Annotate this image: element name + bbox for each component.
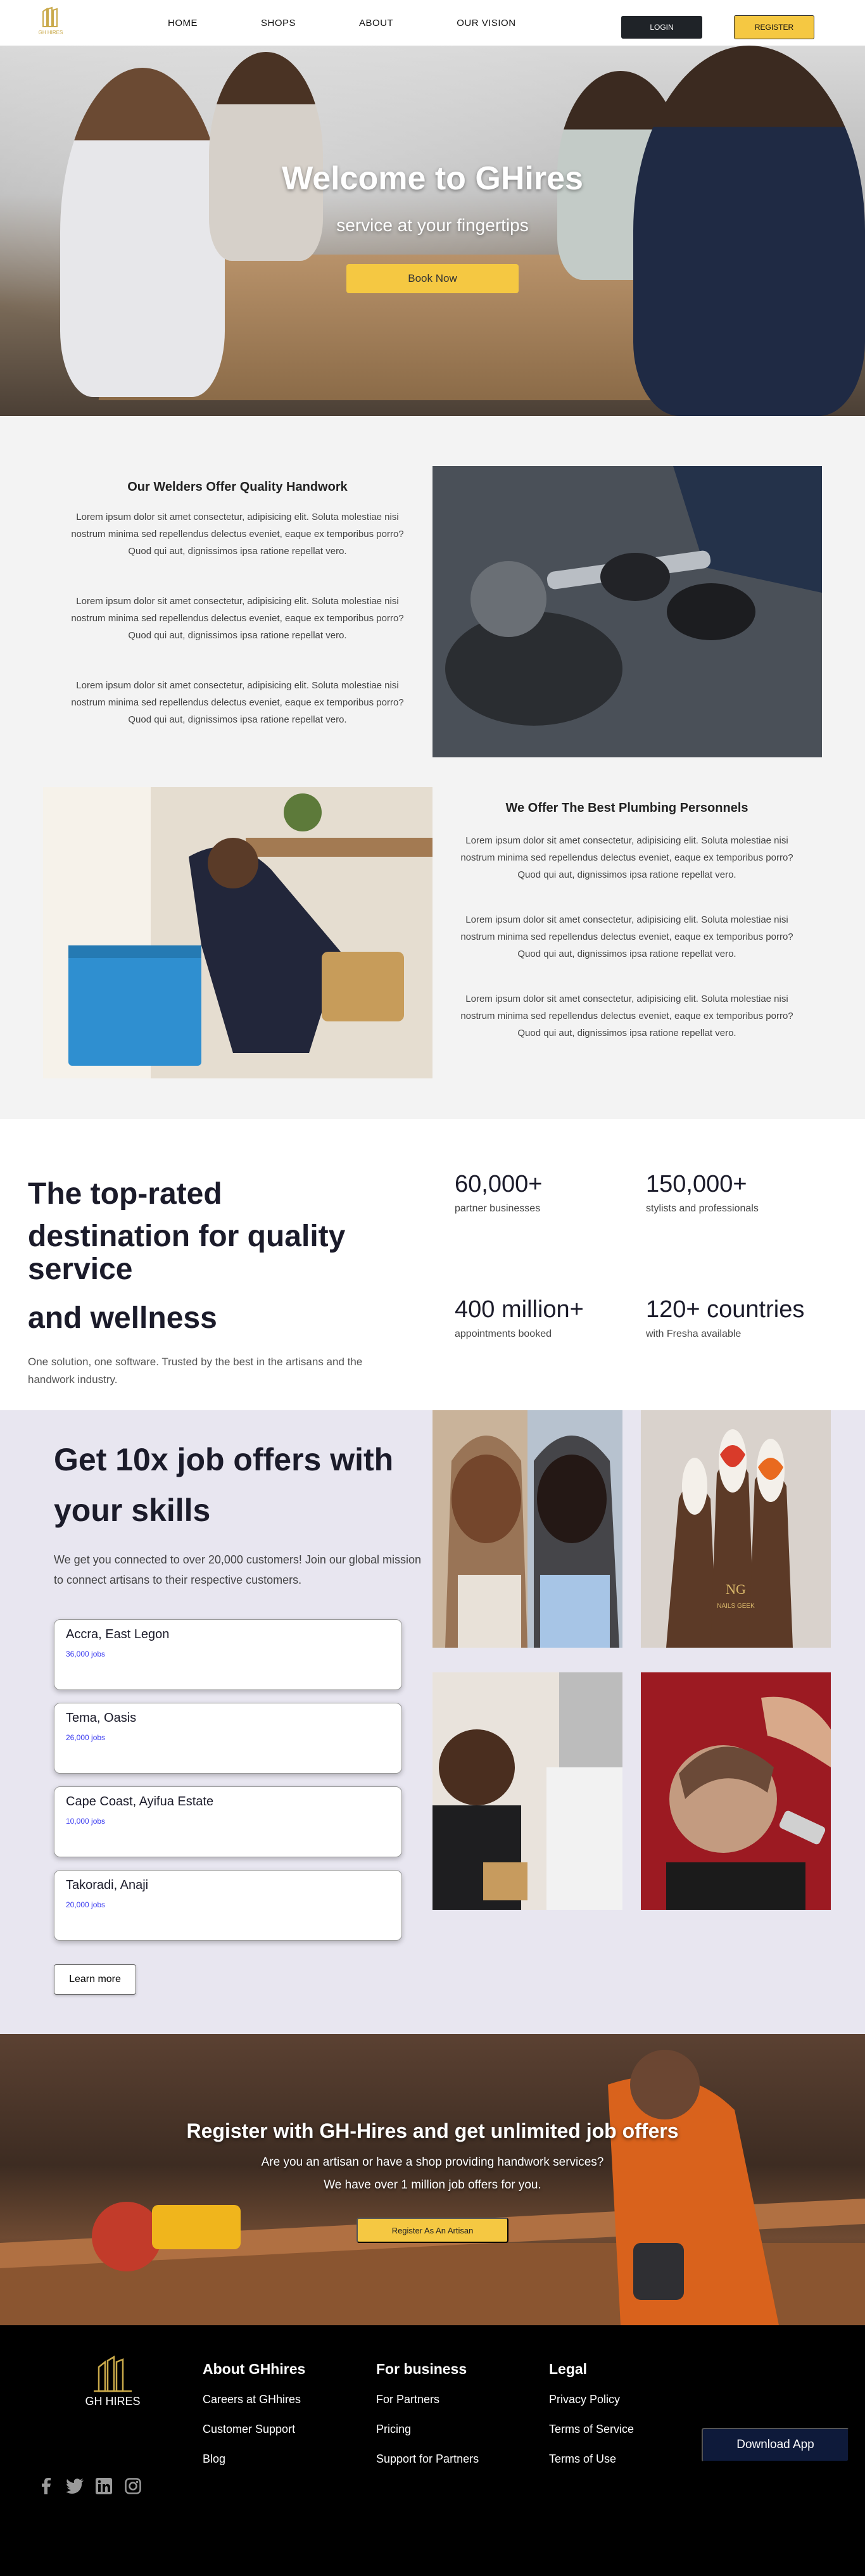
haircut-image [641,1672,831,1910]
footer-link[interactable]: Support for Partners [376,2453,479,2466]
plumbing-paragraph: Lorem ipsum dolor sit amet consectetur, … [460,994,793,1039]
footer-link[interactable]: For Partners [376,2393,479,2406]
stat-item: 400 million+ appointments booked [455,1296,584,1340]
stat-label: with Fresha available [646,1329,742,1339]
nails-art-image: NG NAILS GEEK [641,1410,831,1648]
stats-heading-line: and wellness [28,1301,217,1335]
welders-title: Our Welders Offer Quality Handwork [127,480,348,494]
location-name: Accra, East Legon [66,1627,170,1641]
footer-about-column: About GHhires Careers at GHhires Custome… [203,2361,305,2482]
facebook-icon[interactable] [37,2477,54,2495]
hero-title: Welcome to GHires [282,160,583,197]
banner-line: Are you an artisan or have a shop provid… [261,2156,604,2169]
jobs-description: We get you connected to over 20,000 cust… [54,1553,421,1586]
stat-value: 150,000+ [646,1171,747,1197]
footer-logo-text: GH HIRES [85,2395,140,2408]
location-job-count[interactable]: 26,000 jobs [66,1733,390,1742]
barber-client-image [432,1672,622,1910]
welders-paragraph: Lorem ipsum dolor sit amet consectetur, … [71,680,404,725]
welders-text-block: Our Welders Offer Quality Handwork Lorem… [63,480,412,761]
footer-link[interactable]: Customer Support [203,2423,305,2436]
top-navbar: GH HIRES HOME SHOPS ABOUT OUR VISION LOG… [0,0,865,46]
plumber-image [43,787,432,1078]
stat-item: 120+ countries with Fresha available [646,1296,804,1340]
footer-logo[interactable]: GH HIRES [75,2349,151,2413]
location-name: Cape Coast, Ayifua Estate [66,1795,214,1809]
plumbing-title: We Offer The Best Plumbing Personnels [505,801,748,815]
stat-value: 120+ countries [646,1296,805,1323]
footer-link[interactable]: Privacy Policy [549,2393,634,2406]
footer-legal-column: Legal Privacy Policy Terms of Service Te… [549,2361,634,2482]
stat-item: 60,000+ partner businesses [455,1171,542,1215]
stats-heading-line: destination for quality service [28,1220,346,1286]
download-app-button[interactable]: Download App [702,2428,849,2462]
plumbing-paragraph: Lorem ipsum dolor sit amet consectetur, … [460,914,793,959]
footer-column-title: Legal [549,2361,588,2377]
nav-shops-link[interactable]: SHOPS [261,18,296,28]
footer-link[interactable]: Blog [203,2453,305,2466]
twitter-icon[interactable] [66,2477,84,2495]
footer-link[interactable]: Pricing [376,2423,479,2436]
register-artisan-button[interactable]: Register As An Artisan [357,2218,508,2243]
jobs-title: Get 10x job offers with your skills [54,1442,394,1528]
stat-item: 150,000+ stylists and professionals [646,1171,759,1215]
location-job-count[interactable]: 10,000 jobs [66,1817,390,1826]
plumbing-text-block: We Offer The Best Plumbing Personnels Lo… [450,801,804,1070]
banner-line: We have over 1 million job offers for yo… [324,2178,541,2192]
plumbing-paragraph: Lorem ipsum dolor sit amet consectetur, … [460,835,793,880]
footer-link[interactable]: Careers at GHhires [203,2393,305,2406]
hero-banner: Welcome to GHires service at your finger… [0,46,865,416]
footer-business-column: For business For Partners Pricing Suppor… [376,2361,479,2482]
book-now-button[interactable]: Book Now [346,264,519,293]
banner-title: Register with GH-Hires and get unlimited… [186,2119,679,2142]
stat-label: stylists and professionals [646,1203,759,1214]
footer-column-title: For business [376,2361,467,2377]
register-button[interactable]: REGISTER [734,15,814,39]
login-button[interactable]: LOGIN [621,16,702,39]
footer-column-title: About GHhires [203,2361,306,2377]
location-name: Tema, Oasis [66,1711,137,1725]
instagram-icon[interactable] [124,2477,142,2495]
stat-value: 400 million+ [455,1296,584,1323]
welders-paragraph: Lorem ipsum dolor sit amet consectetur, … [71,596,404,641]
location-name: Takoradi, Anaji [66,1878,149,1892]
stats-description: One solution, one software. Trusted by t… [28,1356,363,1386]
main-nav: HOME SHOPS ABOUT OUR VISION [168,0,579,46]
mechanic-engine-image [432,466,822,757]
location-card[interactable]: Accra, East Legon 36,000 jobs [54,1619,402,1690]
register-artisan-banner: Register with GH-Hires and get unlimited… [0,2034,865,2325]
location-card[interactable]: Takoradi, Anaji 20,000 jobs [54,1870,402,1941]
stat-value: 60,000+ [455,1171,543,1197]
hero-subtitle: service at your fingertips [336,215,529,235]
nav-about-link[interactable]: ABOUT [359,18,393,28]
stat-label: appointments booked [455,1329,552,1339]
svg-text:GH HIRES: GH HIRES [39,30,63,35]
site-footer: GH HIRES About GHhires Careers at GHhire… [0,2325,865,2576]
nav-home-link[interactable]: HOME [168,18,198,28]
stats-heading-line: The top-rated [28,1177,222,1211]
svg-text:NG: NG [726,1581,746,1597]
welders-paragraph: Lorem ipsum dolor sit amet consectetur, … [71,512,404,557]
footer-link[interactable]: Terms of Use [549,2453,634,2466]
social-links [37,2477,153,2495]
beauty-models-image [432,1410,622,1648]
learn-more-button[interactable]: Learn more [54,1964,136,1995]
nav-our-vision-link[interactable]: OUR VISION [457,18,515,28]
location-card[interactable]: Cape Coast, Ayifua Estate 10,000 jobs [54,1786,402,1857]
location-job-count[interactable]: 36,000 jobs [66,1650,390,1658]
brand-logo[interactable]: GH HIRES [32,5,70,41]
linkedin-icon[interactable] [95,2477,113,2495]
location-card[interactable]: Tema, Oasis 26,000 jobs [54,1703,402,1774]
footer-link[interactable]: Terms of Service [549,2423,634,2436]
stat-label: partner businesses [455,1203,541,1214]
location-job-count[interactable]: 20,000 jobs [66,1900,390,1909]
nails-brand-label: NAILS GEEK [717,1603,755,1610]
job-offers-section: Get 10x job offers with your skills We g… [0,1410,865,2034]
stats-section: The top-rated destination for quality se… [0,1119,865,1410]
